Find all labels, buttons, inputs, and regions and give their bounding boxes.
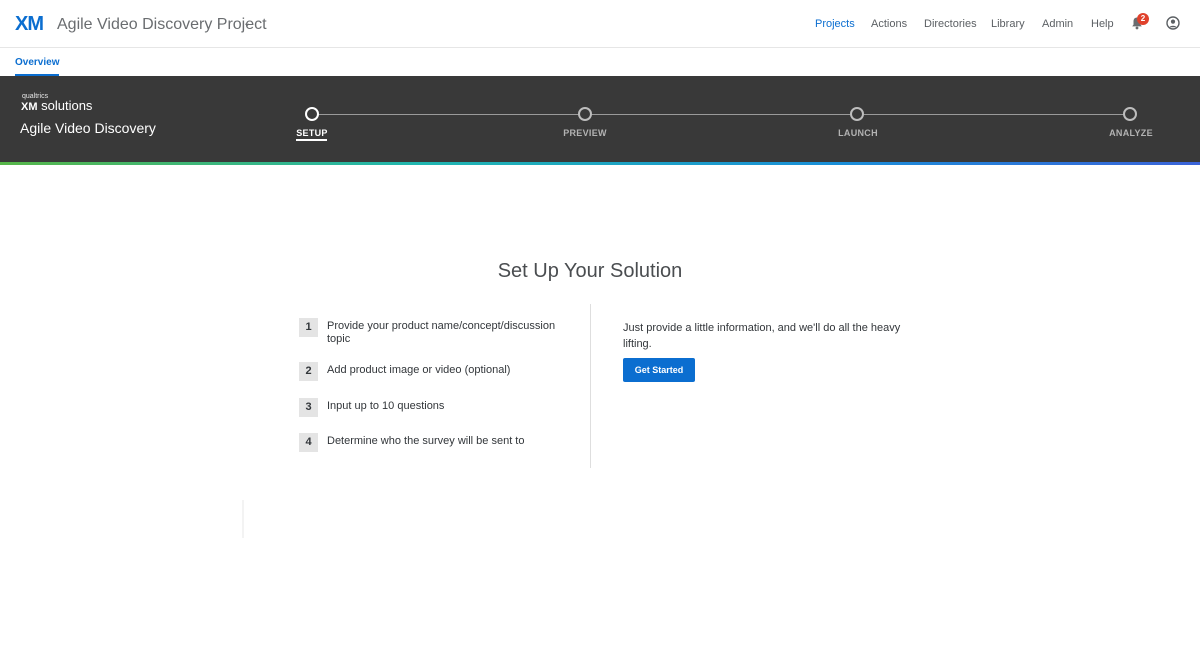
nav-admin[interactable]: Admin xyxy=(1042,17,1073,31)
banner-accent-stripe xyxy=(0,162,1200,165)
step-text: Input up to 10 questions xyxy=(327,400,445,412)
nav-projects[interactable]: Projects xyxy=(815,17,855,31)
solution-title: Agile Video Discovery xyxy=(20,120,156,136)
top-navigation-bar: XM Agile Video Discovery Project ⌄ Proje… xyxy=(0,0,1200,48)
brand-solutions-text: solutions xyxy=(41,98,93,113)
step-label-setup[interactable]: SETUP xyxy=(272,128,352,138)
step-dot-analyze[interactable] xyxy=(1123,107,1137,121)
step-number: 2 xyxy=(299,362,318,381)
progress-line xyxy=(312,114,1130,115)
solution-banner xyxy=(0,76,1200,162)
step-label-preview[interactable]: PREVIEW xyxy=(545,128,625,138)
step-dot-setup[interactable] xyxy=(305,107,319,121)
column-divider xyxy=(590,304,591,468)
nav-library[interactable]: Library xyxy=(991,17,1025,31)
step-text: Determine who the survey will be sent to xyxy=(327,435,525,447)
xm-logo[interactable]: XM xyxy=(15,13,44,35)
tab-overview[interactable]: Overview xyxy=(15,57,59,68)
step-number: 4 xyxy=(299,433,318,452)
active-step-indicator xyxy=(296,139,327,141)
brand-xm-solutions: XM solutions xyxy=(21,99,92,114)
step-text: Provide your product name/concept/discus… xyxy=(327,320,556,345)
nav-help[interactable]: Help xyxy=(1091,17,1114,31)
step-dot-preview[interactable] xyxy=(578,107,592,121)
project-title[interactable]: Agile Video Discovery Project xyxy=(57,15,267,35)
step-number: 3 xyxy=(299,398,318,417)
step-number: 1 xyxy=(299,318,318,337)
brand-xm-text: XM xyxy=(21,101,38,113)
nav-actions[interactable]: Actions xyxy=(871,17,907,31)
step-text: Add product image or video (optional) xyxy=(327,364,511,376)
step-label-analyze[interactable]: ANALYZE xyxy=(1091,128,1171,138)
faint-divider xyxy=(242,500,244,538)
user-circle-icon[interactable] xyxy=(1166,16,1180,30)
step-dot-launch[interactable] xyxy=(850,107,864,121)
notification-badge[interactable]: 2 xyxy=(1137,13,1149,25)
nav-directories[interactable]: Directories xyxy=(924,17,977,31)
get-started-button[interactable]: Get Started xyxy=(623,358,695,382)
chevron-down-icon[interactable]: ⌄ xyxy=(243,18,251,29)
intro-text: Just provide a little information, and w… xyxy=(623,322,901,350)
step-label-launch[interactable]: LAUNCH xyxy=(818,128,898,138)
page-title: Set Up Your Solution xyxy=(497,260,683,282)
